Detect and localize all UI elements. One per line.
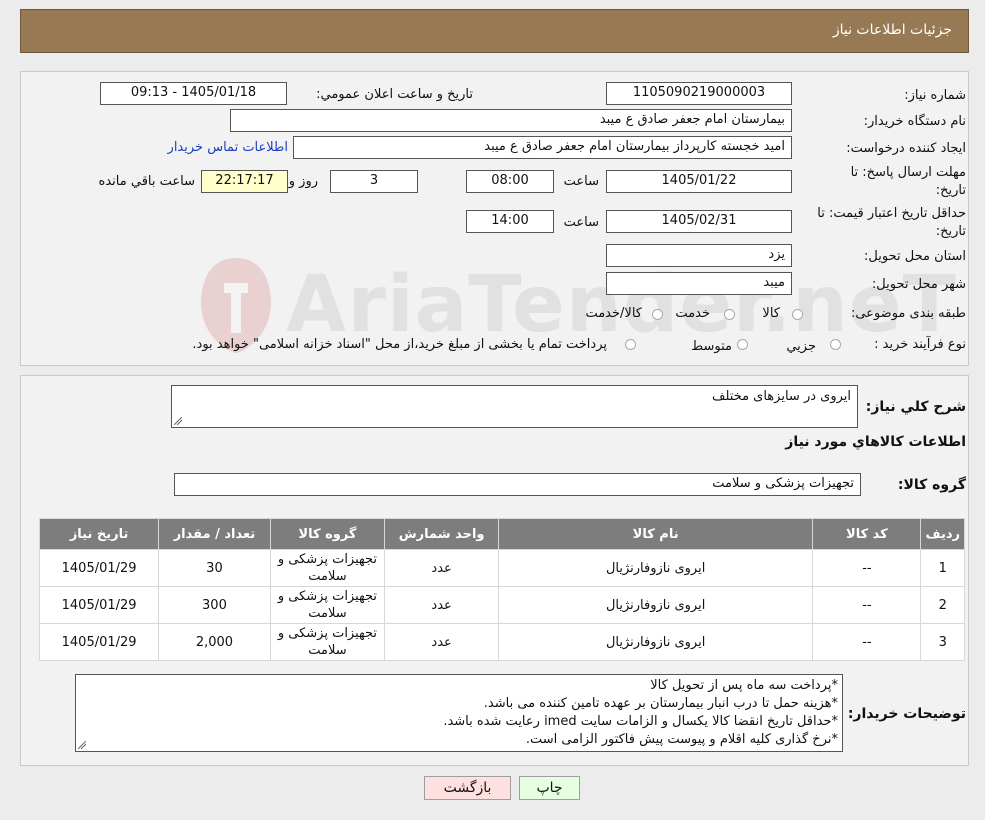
process-option-minor: جزيي <box>786 339 816 354</box>
buyer-contact-link[interactable]: اطلاعات تماس خريدار <box>168 140 288 155</box>
row-qty: 30 <box>158 549 271 587</box>
process-radio-minor[interactable] <box>830 339 841 350</box>
row-name: ایروی نازوفارنژیال <box>497 586 814 624</box>
category-option-service: خدمت <box>675 306 710 321</box>
row-group: تجهیزات پزشکی و سلامت <box>269 623 386 661</box>
category-option-goods: کالا <box>762 306 780 321</box>
col-index: رديف <box>920 518 965 550</box>
category-radio-goods-service[interactable] <box>652 309 663 320</box>
row-unit: عدد <box>384 586 499 624</box>
days-remaining-field: 3 <box>330 170 418 193</box>
page-header: جزئیات اطلاعات نیاز <box>20 9 969 53</box>
category-radio-goods[interactable] <box>792 309 803 320</box>
need-number-field: 1105090219000003 <box>606 82 792 105</box>
price-validity-time-field: 14:00 <box>466 210 554 233</box>
row-date: 1405/01/29 <box>38 623 160 661</box>
process-option-medium: متوسط <box>691 339 732 354</box>
description-field: ایروی در سایزهای مختلف <box>171 385 858 428</box>
buyer-note-line: *هزینه حمل تا درب انبار بیمارستان بر عهد… <box>483 696 838 711</box>
price-validity-label-2: تاريخ: <box>935 224 966 239</box>
items-table: رديف كد كالا نام كالا واحد شمارش گروه كا… <box>38 518 965 661</box>
page-title: جزئیات اطلاعات نیاز <box>832 22 952 38</box>
description-label: شرح كلي نياز: <box>865 399 966 415</box>
buyer-org-label: نام دستگاه خريدار: <box>863 114 966 129</box>
row-qty: 2,000 <box>158 623 271 661</box>
price-validity-time-label: ساعت <box>563 215 599 230</box>
row-index: 1 <box>920 549 965 587</box>
category-option-goods-service: کالا/خدمت <box>585 306 642 321</box>
delivery-province-field: یزد <box>606 244 792 267</box>
resize-grip-icon[interactable] <box>174 417 182 425</box>
col-date: تاريخ نياز <box>38 518 160 550</box>
buyer-note-line: *حداقل تاریخ انقضا کالا یکسال و الزامات … <box>443 714 838 729</box>
need-number-label: شماره نیاز: <box>904 88 966 103</box>
row-group: تجهیزات پزشکی و سلامت <box>269 549 386 587</box>
days-label: روز و <box>288 174 318 189</box>
price-validity-label: حداقل تاريخ اعتبار قيمت: تا <box>817 206 966 221</box>
delivery-city-field: میبد <box>606 272 792 295</box>
response-time-label: ساعت <box>563 174 599 189</box>
category-label: طبقه بندی موضوعی: <box>850 306 966 321</box>
table-row: 2 -- ایروی نازوفارنژیال عدد تجهیزات پزشک… <box>38 586 965 624</box>
delivery-city-label: شهر محل تحويل: <box>871 277 966 292</box>
requester-field: امید خجسته کارپرداز بیمارستان امام جعفر … <box>293 136 792 159</box>
delivery-province-label: استان محل تحويل: <box>864 249 966 264</box>
row-name: ایروی نازوفارنژیال <box>497 549 814 587</box>
col-unit: واحد شمارش <box>384 518 499 550</box>
row-group: تجهیزات پزشکی و سلامت <box>269 586 386 624</box>
table-row: 3 -- ایروی نازوفارنژیال عدد تجهیزات پزشک… <box>38 623 965 661</box>
notes-resize-grip-icon[interactable] <box>78 741 86 749</box>
row-index: 3 <box>920 623 965 661</box>
row-date: 1405/01/29 <box>38 549 160 587</box>
row-qty: 300 <box>158 586 271 624</box>
process-type-label: نوع فرآيند خريد : <box>874 337 966 352</box>
row-unit: عدد <box>384 623 499 661</box>
response-date-field: 1405/01/22 <box>606 170 792 193</box>
table-row: 1 -- ایروی نازوفارنژیال عدد تجهیزات پزشک… <box>38 549 965 587</box>
buyer-notes-label: توضيحات خريدار: <box>847 706 966 722</box>
process-radio-medium[interactable] <box>737 339 748 350</box>
announce-datetime-field: 1405/01/18 - 09:13 <box>100 82 287 105</box>
print-button[interactable]: چاپ <box>519 776 580 800</box>
remaining-time-field: 22:17:17 <box>201 170 288 193</box>
goods-section-title: اطلاعات كالاهاي مورد نياز <box>785 434 966 450</box>
category-radio-service[interactable] <box>724 309 735 320</box>
row-date: 1405/01/29 <box>38 586 160 624</box>
remaining-time-label: ساعت باقي مانده <box>98 174 195 189</box>
requester-label: ايجاد کننده درخواست: <box>846 141 966 156</box>
col-group: گروه كالا <box>269 518 386 550</box>
row-name: ایروی نازوفارنژیال <box>497 623 814 661</box>
table-header-row: رديف كد كالا نام كالا واحد شمارش گروه كا… <box>38 518 965 550</box>
row-code: -- <box>812 549 922 587</box>
announce-datetime-label: تاريخ و ساعت اعلان عمومي: <box>316 87 473 102</box>
buyer-org-field: بیمارستان امام جعفر صادق ع میبد <box>230 109 792 132</box>
response-time-field: 08:00 <box>466 170 554 193</box>
col-name: نام كالا <box>497 518 814 550</box>
price-validity-date-field: 1405/02/31 <box>606 210 792 233</box>
buyer-note-line: *پرداخت سه ماه پس از تحویل کالا <box>650 678 838 693</box>
response-deadline-label-2: تاريخ: <box>935 183 966 198</box>
process-note: پرداخت تمام یا بخشی از مبلغ خرید،از محل … <box>192 337 607 352</box>
row-code: -- <box>812 623 922 661</box>
row-code: -- <box>812 586 922 624</box>
goods-group-label: گروه کالا: <box>897 477 966 493</box>
col-qty: تعداد / مقدار <box>158 518 271 550</box>
row-unit: عدد <box>384 549 499 587</box>
back-button[interactable]: بازگشت <box>424 776 511 800</box>
row-index: 2 <box>920 586 965 624</box>
col-code: كد كالا <box>812 518 922 550</box>
process-treasury-checkbox[interactable] <box>625 339 636 350</box>
buyer-note-line: *نرخ گذاری کلیه اقلام و پیوست پیش فاکتور… <box>525 732 838 747</box>
response-deadline-label: مهلت ارسال پاسخ: تا <box>850 165 966 180</box>
goods-group-field: تجهیزات پزشکی و سلامت <box>174 473 861 496</box>
buyer-notes-field: *پرداخت سه ماه پس از تحویل کالا *هزینه ح… <box>75 674 843 752</box>
